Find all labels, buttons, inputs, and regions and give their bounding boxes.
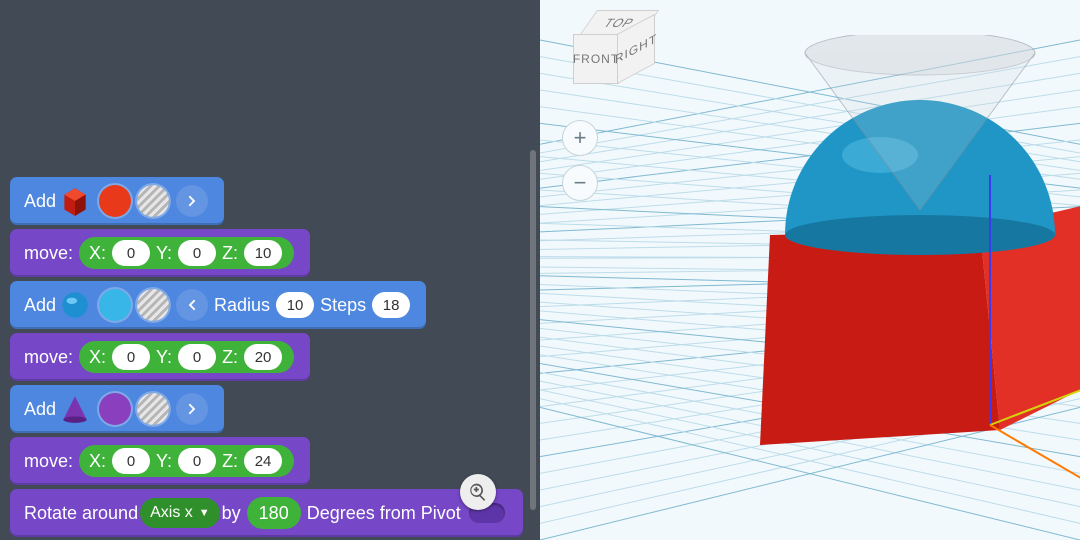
- move-label: move:: [24, 243, 73, 264]
- color-swatch-cyan[interactable]: [99, 289, 131, 321]
- steps-input[interactable]: 18: [372, 292, 410, 318]
- y-input[interactable]: 0: [178, 448, 216, 474]
- add-sphere-block[interactable]: Add Radius 10 Steps 18: [10, 281, 426, 329]
- material-swatch-stripes[interactable]: [137, 185, 169, 217]
- workspace-zoom-button[interactable]: [460, 474, 496, 510]
- z-input[interactable]: 10: [244, 240, 282, 266]
- view-cube[interactable]: TOP FRONT RIGHT: [570, 10, 650, 90]
- chevron-right-icon[interactable]: [176, 185, 208, 217]
- viewcube-front[interactable]: FRONT: [573, 34, 619, 84]
- chevron-right-icon[interactable]: [176, 393, 208, 425]
- x-input[interactable]: 0: [112, 448, 150, 474]
- z-input[interactable]: 20: [244, 344, 282, 370]
- radius-label: Radius: [214, 295, 270, 316]
- z-input[interactable]: 24: [244, 448, 282, 474]
- move-block-3[interactable]: move: X: 0 Y: 0 Z: 24: [10, 437, 310, 485]
- magnify-plus-icon: [468, 482, 488, 502]
- viewport-3d[interactable]: TOP FRONT RIGHT + −: [540, 0, 1080, 540]
- chevron-down-icon: ▼: [199, 507, 210, 519]
- y-input[interactable]: 0: [178, 344, 216, 370]
- angle-input[interactable]: 180: [247, 497, 301, 529]
- material-swatch-stripes[interactable]: [137, 393, 169, 425]
- add-label: Add: [24, 191, 56, 212]
- blocks-workspace[interactable]: Add move: X: 0: [0, 0, 540, 540]
- zoom-in-button[interactable]: +: [562, 120, 598, 156]
- cube-icon: [58, 184, 92, 218]
- steps-label: Steps: [320, 295, 366, 316]
- rotate-block[interactable]: Rotate around Axis x ▼ by 180 Degrees fr…: [10, 489, 523, 537]
- add-cube-block[interactable]: Add: [10, 177, 224, 225]
- y-input[interactable]: 0: [178, 240, 216, 266]
- radius-input[interactable]: 10: [276, 292, 314, 318]
- color-swatch-red[interactable]: [99, 185, 131, 217]
- chevron-left-icon[interactable]: [176, 289, 208, 321]
- x-input[interactable]: 0: [112, 344, 150, 370]
- move-block-2[interactable]: move: X: 0 Y: 0 Z: 20: [10, 333, 310, 381]
- sphere-icon: [58, 288, 92, 322]
- add-cone-block[interactable]: Add: [10, 385, 224, 433]
- axis-dropdown[interactable]: Axis x ▼: [140, 498, 220, 528]
- material-swatch-stripes[interactable]: [137, 289, 169, 321]
- move-params-1: X: 0 Y: 0 Z: 10: [79, 237, 294, 269]
- move-block-1[interactable]: move: X: 0 Y: 0 Z: 10: [10, 229, 310, 277]
- color-swatch-purple[interactable]: [99, 393, 131, 425]
- cone-icon: [58, 392, 92, 426]
- add-label: Add: [24, 295, 56, 316]
- x-input[interactable]: 0: [112, 240, 150, 266]
- zoom-out-button[interactable]: −: [562, 165, 598, 201]
- workspace-scrollbar[interactable]: [530, 150, 536, 510]
